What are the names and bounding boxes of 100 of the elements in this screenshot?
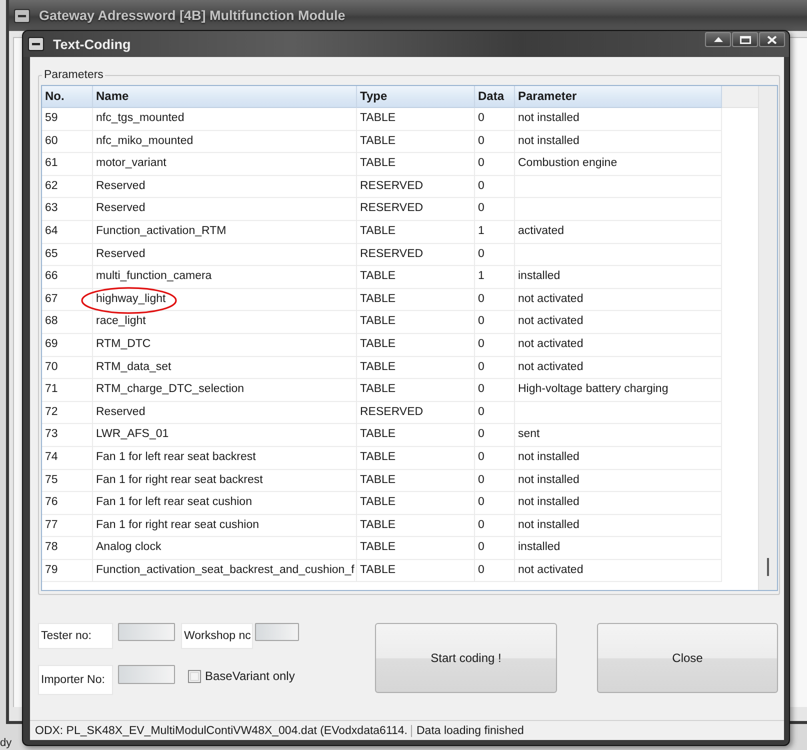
table-cell: not activated	[515, 334, 722, 357]
table-cell: 1	[475, 220, 515, 244]
table-cell: Function_activation_RTM	[93, 220, 357, 244]
field-label: Importer No:	[38, 665, 113, 695]
table-cell: nfc_tgs_mounted	[93, 108, 357, 131]
table-cell: nfc_miko_mounted	[93, 130, 357, 154]
table-cell: not activated	[515, 288, 722, 312]
table-cell: 0	[475, 176, 515, 198]
table-cell: installed	[515, 537, 722, 560]
checkbox[interactable]	[188, 670, 201, 682]
table-cell: 68	[42, 311, 93, 334]
table-cell: 0	[475, 356, 515, 380]
input-field[interactable]	[255, 623, 299, 641]
scrollbar-thumb[interactable]	[767, 558, 769, 576]
scrollbar[interactable]	[758, 86, 777, 590]
table-cell: 65	[42, 244, 93, 266]
table-cell: Fan 1 for right rear seat backrest	[93, 470, 357, 492]
table-cell: RESERVED	[357, 198, 475, 221]
table-cell: 0	[475, 130, 515, 154]
table-cell: 0	[475, 108, 515, 131]
table-cell: race_light	[93, 311, 357, 334]
column-header[interactable]: No.	[42, 86, 93, 108]
column-header[interactable]: Data	[475, 86, 515, 108]
input-field[interactable]	[118, 623, 175, 641]
table-cell: 74	[42, 446, 93, 470]
collapse-button[interactable]	[705, 32, 731, 47]
table-cell: Analog clock	[93, 537, 357, 560]
table-cell: High-voltage battery charging	[515, 379, 722, 402]
table-cell: TABLE	[357, 446, 475, 470]
table-cell: TABLE	[357, 470, 475, 492]
table-cell: not installed	[515, 514, 722, 538]
table-cell: 0	[475, 334, 515, 357]
table-cell: TABLE	[357, 560, 475, 582]
table-cell: not activated	[515, 560, 722, 582]
table-cell: RESERVED	[357, 244, 475, 266]
table-cell: TABLE	[357, 514, 475, 538]
minus-icon[interactable]	[28, 37, 44, 51]
table-cell: TABLE	[357, 379, 475, 402]
table-cell: Fan 1 for right rear seat cushion	[93, 514, 357, 538]
table-cell: RESERVED	[357, 176, 475, 198]
table-cell: not installed	[515, 446, 722, 470]
table-cell: Reserved	[93, 198, 357, 221]
table-cell: 60	[42, 130, 93, 154]
table-cell: 0	[475, 514, 515, 538]
table-cell: 0	[475, 244, 515, 266]
maximize-icon	[740, 36, 750, 44]
table-cell: 0	[475, 288, 515, 312]
table-cell: 73	[42, 424, 93, 447]
table-cell: 61	[42, 153, 93, 176]
table-cell: motor_variant	[93, 153, 357, 176]
table-cell: LWR_AFS_01	[93, 424, 357, 447]
table-cell: 0	[475, 402, 515, 424]
table-cell: 66	[42, 266, 93, 289]
table-cell: TABLE	[357, 220, 475, 244]
table-cell: 63	[42, 198, 93, 221]
table-cell: TABLE	[357, 288, 475, 312]
table-cell: TABLE	[357, 334, 475, 357]
table-cell: not activated	[515, 311, 722, 334]
table-cell: 78	[42, 537, 93, 560]
table-cell: RTM_DTC	[93, 334, 357, 357]
status-text: dy	[0, 737, 12, 750]
table-cell: 59	[42, 108, 93, 131]
table-cell: Fan 1 for left rear seat cushion	[93, 492, 357, 515]
table-cell: TABLE	[357, 108, 475, 131]
table-cell: Reserved	[93, 244, 357, 266]
table-cell: not installed	[515, 130, 722, 154]
table-cell: 0	[475, 311, 515, 334]
table-cell: RTM_charge_DTC_selection	[93, 379, 357, 402]
table-cell: activated	[515, 220, 722, 244]
table-cell: Reserved	[93, 176, 357, 198]
minus-icon[interactable]	[14, 8, 30, 22]
table-cell: RTM_data_set	[93, 356, 357, 380]
input-field[interactable]	[118, 665, 175, 684]
close-dialog-button[interactable]: Close	[597, 623, 778, 693]
table-cell: multi_function_camera	[93, 266, 357, 289]
maximize-button[interactable]	[732, 32, 758, 47]
table-cell: 0	[475, 424, 515, 447]
table-cell: 0	[475, 446, 515, 470]
table-cell: 0	[475, 153, 515, 176]
group-label: Parameters	[43, 68, 104, 82]
column-header[interactable]: Parameter	[515, 86, 722, 108]
table-cell: Fan 1 for left rear seat backrest	[93, 446, 357, 470]
checkbox-label[interactable]: BaseVariant only	[205, 669, 295, 683]
column-header[interactable]: Type	[357, 86, 475, 108]
table-cell: 0	[475, 198, 515, 221]
table-cell: 0	[475, 379, 515, 402]
table-cell: sent	[515, 424, 722, 447]
table-cell: TABLE	[357, 311, 475, 334]
table-cell: TABLE	[357, 266, 475, 289]
table-cell: TABLE	[357, 424, 475, 447]
field-label: Workshop nc	[181, 623, 253, 649]
column-header[interactable]: Name	[93, 86, 357, 108]
table-cell: highway_light	[93, 288, 357, 312]
table-cell: 70	[42, 356, 93, 380]
table-cell: 64	[42, 220, 93, 244]
status-text: Data loading finished	[416, 724, 525, 736]
table-cell: TABLE	[357, 537, 475, 560]
start-button[interactable]: Start coding !	[375, 623, 557, 693]
close-button[interactable]	[759, 32, 785, 47]
table-cell: 77	[42, 514, 93, 538]
